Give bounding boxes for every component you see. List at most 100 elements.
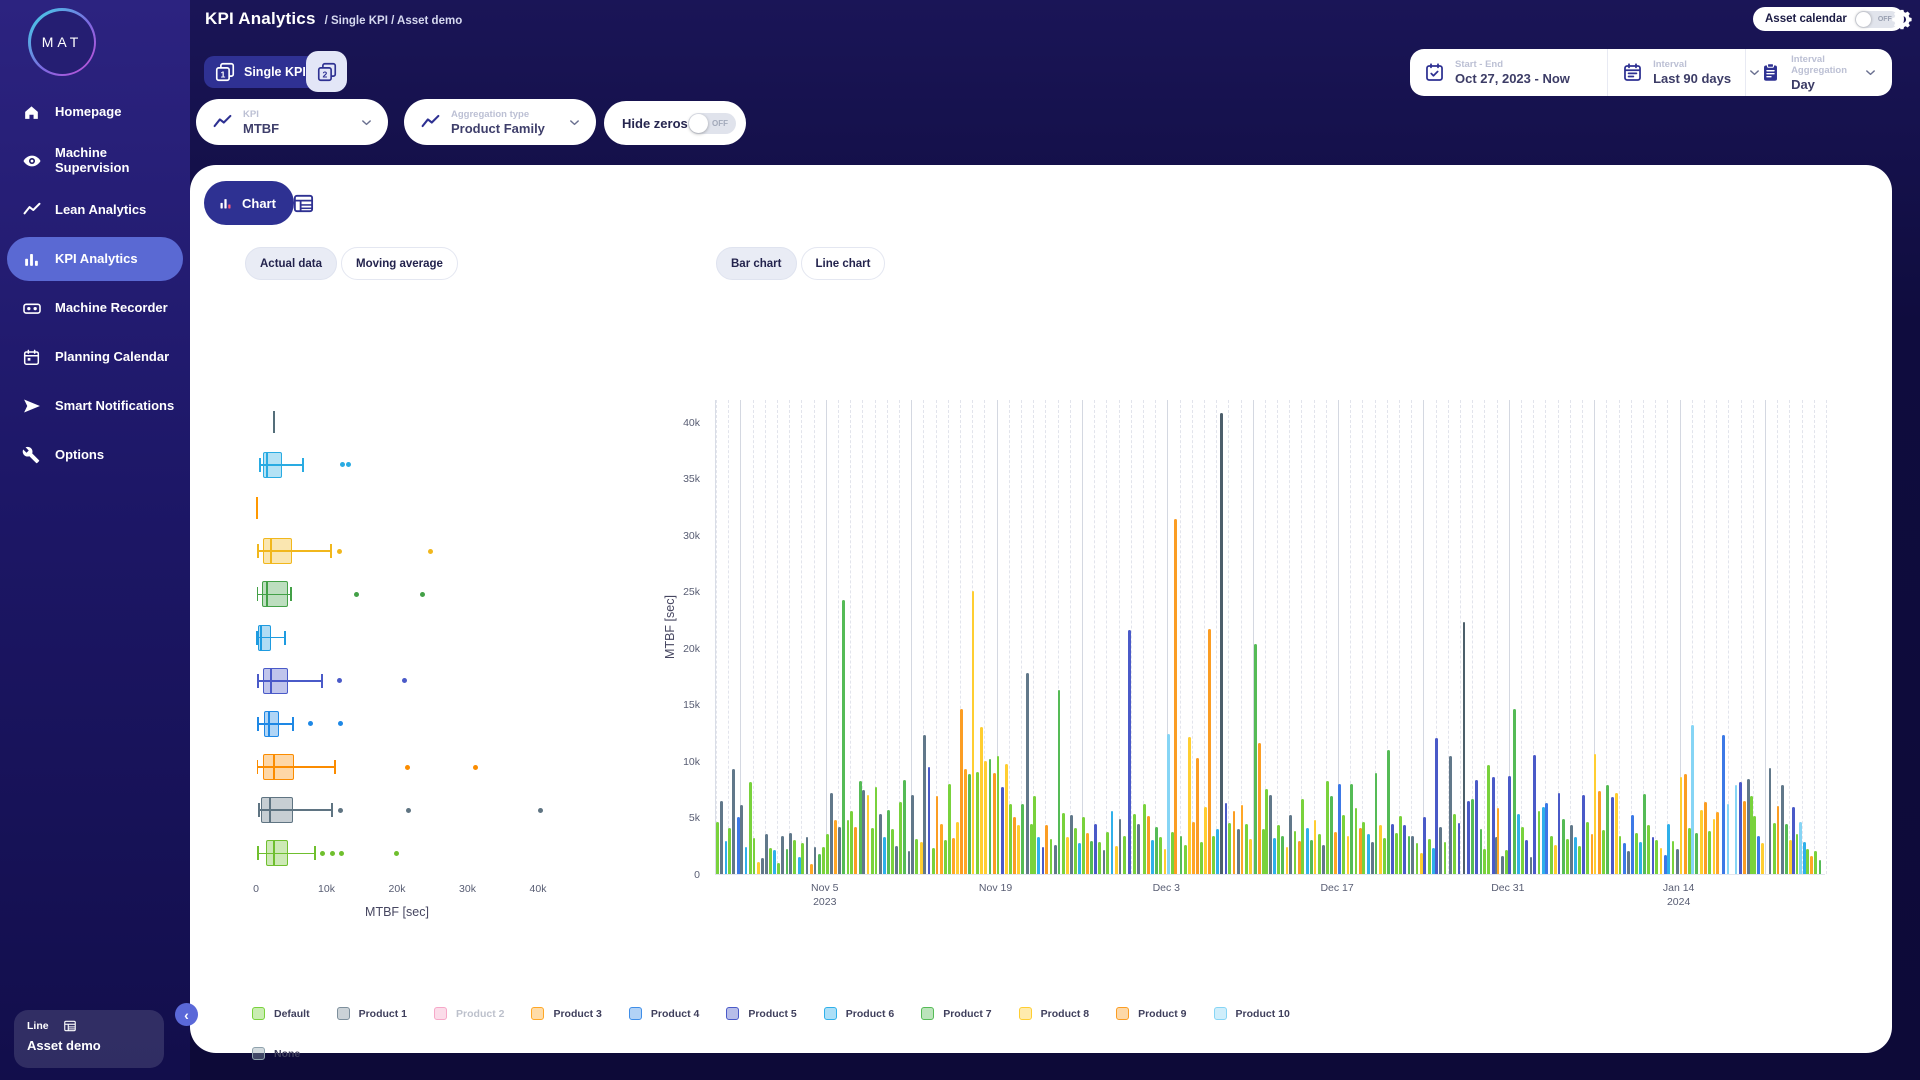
bar-product-5[interactable] (1458, 823, 1461, 874)
bar-product-5[interactable] (1558, 793, 1561, 874)
bar-product-8[interactable] (1554, 845, 1557, 874)
bar-product-7[interactable] (1330, 796, 1333, 874)
bar-default[interactable] (1453, 814, 1456, 874)
bar-product-4[interactable] (1623, 843, 1626, 874)
bar-product-6[interactable] (1216, 829, 1219, 874)
bar-product-4[interactable] (1664, 855, 1667, 874)
sidebar-item-machine-supervision[interactable]: Machine Supervision (7, 139, 183, 183)
legend-item-product-8[interactable]: Product 8 (1019, 1007, 1089, 1020)
bar-product-9[interactable] (1777, 806, 1780, 874)
asset-selector-panel[interactable]: Line Asset demo (14, 1010, 164, 1068)
bar-product-1[interactable] (1747, 779, 1750, 874)
bar-default[interactable] (801, 843, 804, 874)
bar-default[interactable] (1773, 823, 1776, 874)
bar-product-8[interactable] (1314, 820, 1317, 874)
bar-product-8[interactable] (1286, 847, 1289, 874)
bar-product-6[interactable] (1803, 842, 1806, 874)
legend-item-product-10[interactable]: Product 10 (1214, 1007, 1290, 1020)
bar-product-1[interactable] (806, 837, 809, 874)
bar-default[interactable] (1277, 825, 1280, 874)
bar-product-3[interactable] (1810, 856, 1813, 874)
bar-product-8[interactable] (1594, 754, 1597, 874)
bar-product-9[interactable] (1598, 791, 1601, 874)
bar-product-9[interactable] (1147, 816, 1150, 874)
sidebar-item-planning-calendar[interactable]: Planning Calendar (7, 335, 183, 379)
sidebar-item-machine-recorder[interactable]: Machine Recorder (7, 286, 183, 330)
bar-product-10[interactable] (1691, 725, 1694, 874)
bar-product-1[interactable] (1449, 756, 1452, 874)
legend-item-product-6[interactable]: Product 6 (824, 1007, 894, 1020)
bar-product-6[interactable] (745, 847, 748, 874)
bar-product-5[interactable] (1739, 782, 1742, 874)
bar-product-4[interactable] (1338, 784, 1341, 874)
bar-default[interactable] (1753, 816, 1756, 874)
bar-product-7[interactable] (903, 780, 906, 874)
hide-zeros-control[interactable]: Hide zeros OFF (604, 101, 746, 145)
bar-default[interactable] (1416, 843, 1419, 874)
bar-default[interactable] (1635, 833, 1638, 874)
bar-product-9[interactable] (960, 709, 963, 874)
bar-default[interactable] (1050, 839, 1053, 874)
bar-product-9[interactable] (1208, 629, 1211, 874)
bar-default[interactable] (753, 838, 756, 874)
bar-default[interactable] (1133, 814, 1136, 874)
bar-default[interactable] (1586, 822, 1589, 874)
bar-product-8[interactable] (1615, 793, 1618, 874)
bar-product-6[interactable] (1367, 834, 1370, 874)
start-end-field[interactable]: Start - End Oct 27, 2023 - Now (1410, 49, 1607, 96)
bar-default[interactable] (1362, 822, 1365, 874)
bar-product-8[interactable] (757, 862, 760, 874)
bar-product-10[interactable] (1727, 804, 1730, 874)
aggregation-type-select[interactable]: Aggregation type Product Family (404, 99, 596, 145)
bar-product-9[interactable] (1233, 811, 1236, 874)
bar-product-3[interactable] (1497, 808, 1500, 874)
bar-default[interactable] (1318, 834, 1321, 874)
barchart[interactable] (715, 400, 1825, 875)
bar-product-8[interactable] (1379, 825, 1382, 874)
bar-product-3[interactable] (810, 864, 813, 874)
bar-default[interactable] (1444, 842, 1447, 874)
bar-default[interactable] (1566, 839, 1569, 874)
bar-default[interactable] (716, 822, 719, 874)
bar-product-5[interactable] (1582, 795, 1585, 874)
bar-product-6[interactable] (798, 857, 801, 874)
bar-product-3[interactable] (1241, 805, 1244, 874)
bar-default[interactable] (1326, 781, 1329, 874)
bar-product-1[interactable] (1530, 857, 1533, 874)
bar-default[interactable] (1806, 849, 1809, 874)
bar-product-9[interactable] (1196, 758, 1199, 874)
sidebar-item-smart-notifications[interactable]: Smart Notifications (7, 384, 183, 428)
legend-item-product-4[interactable]: Product 4 (629, 1007, 699, 1020)
bar-product-10[interactable] (1735, 785, 1738, 874)
bar-product-6[interactable] (1111, 811, 1114, 874)
bar-default[interactable] (1082, 817, 1085, 874)
bar-product-1[interactable] (1322, 845, 1325, 874)
bar-product-8[interactable] (1660, 848, 1663, 874)
bar-default[interactable] (1487, 765, 1490, 874)
bar-product-9[interactable] (1045, 825, 1048, 874)
bar-product-5[interactable] (1042, 847, 1045, 874)
bar-product-7[interactable] (1021, 804, 1024, 874)
bar-product-9[interactable] (1013, 817, 1016, 874)
bar-product-6[interactable] (1078, 843, 1081, 874)
interval-select[interactable]: Interval Last 90 days (1607, 49, 1745, 96)
legend-item-product-3[interactable]: Product 3 (531, 1007, 601, 1020)
bar-product-4[interactable] (1631, 815, 1634, 874)
bar-product-1[interactable] (838, 827, 841, 875)
bar-product-1[interactable] (879, 814, 882, 874)
bar-product-9[interactable] (1684, 774, 1687, 874)
bar-product-5[interactable] (1435, 738, 1438, 874)
bar-product-9[interactable] (1704, 802, 1707, 874)
bar-product-5[interactable] (1475, 780, 1478, 874)
bar-product-3[interactable] (952, 838, 955, 874)
bar-default[interactable] (875, 787, 878, 874)
bar-default[interactable] (1200, 842, 1203, 874)
bar-product-6[interactable] (725, 841, 728, 874)
bar-default[interactable] (1159, 837, 1162, 874)
bar-product-7[interactable] (1254, 644, 1257, 874)
bar-product-8[interactable] (984, 761, 987, 874)
bar-product-7[interactable] (1155, 827, 1158, 875)
bar-default[interactable] (847, 820, 850, 874)
bar-product-1[interactable] (908, 851, 911, 874)
bar-default[interactable] (1672, 841, 1675, 874)
